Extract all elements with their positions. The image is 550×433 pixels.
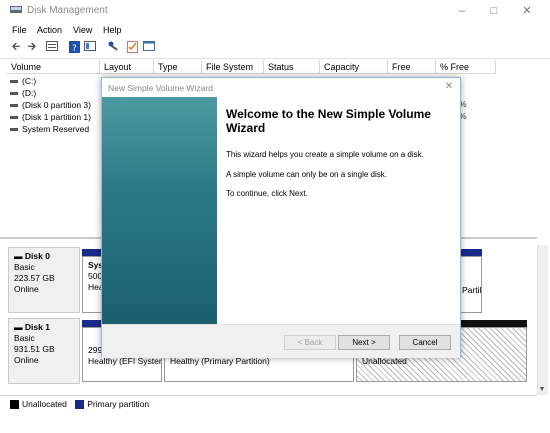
back-arrow-icon[interactable]: 🡰 — [9, 41, 23, 54]
wizard-text-1: This wizard helps you create a simple vo… — [226, 150, 424, 159]
window-title: Disk Management — [27, 5, 108, 16]
minimize-icon[interactable]: – — [447, 0, 477, 22]
disk-icon: ▬ — [14, 251, 23, 261]
wizard-heading: Welcome to the New Simple Volume Wizard — [226, 107, 431, 135]
window-icon[interactable] — [142, 41, 156, 54]
properties-icon[interactable] — [83, 41, 97, 54]
title-bar: Disk Management – □ ✕ — [0, 0, 550, 22]
next-button[interactable]: Next > — [338, 335, 390, 350]
col-layout[interactable]: Layout — [100, 60, 154, 74]
drive-icon — [10, 80, 18, 84]
col-file-system[interactable]: File System — [202, 60, 264, 74]
list-item[interactable]: (Disk 1 partition 1) — [10, 111, 91, 123]
toolbar: 🡰 🡲 ? — [0, 38, 550, 59]
list-item[interactable]: (C:) — [10, 75, 36, 87]
menu-action[interactable]: Action — [37, 25, 62, 35]
list-item[interactable]: (Disk 0 partition 3) — [10, 99, 91, 111]
col-volume[interactable]: Volume — [7, 60, 100, 74]
new-simple-volume-wizard: New Simple Volume Wizard ✕ Welcome to th… — [101, 77, 461, 358]
col-type[interactable]: Type — [154, 60, 202, 74]
disk-0-label[interactable]: ▬ Disk 0 Basic 223.57 GB Online — [8, 247, 80, 313]
disk-icon: ▬ — [14, 322, 23, 332]
drive-icon — [10, 128, 18, 132]
list-item[interactable]: System Reserved — [10, 123, 89, 135]
vertical-scrollbar[interactable] — [537, 245, 548, 395]
checklist-icon[interactable] — [125, 41, 139, 54]
partition-bar — [82, 249, 103, 256]
disk-management-icon — [10, 6, 22, 13]
help-icon[interactable]: ? — [67, 41, 81, 54]
menu-view[interactable]: View — [73, 25, 92, 35]
legend: Unallocated Primary partition — [0, 395, 537, 412]
forward-arrow-icon[interactable]: 🡲 — [25, 41, 39, 54]
menu-bar: File Action View Help — [0, 22, 550, 38]
menu-file[interactable]: File — [12, 25, 27, 35]
drive-icon — [10, 116, 18, 120]
col-status[interactable]: Status — [264, 60, 320, 74]
disk-1-label[interactable]: ▬ Disk 1 Basic 931.51 GB Online — [8, 318, 80, 384]
close-icon[interactable]: ✕ — [440, 79, 458, 95]
wizard-footer: < Back Next > Cancel — [102, 324, 460, 358]
cancel-button[interactable]: Cancel — [399, 335, 451, 350]
wizard-text-2: A simple volume can only be on a single … — [226, 170, 387, 179]
drive-icon — [10, 104, 18, 108]
maximize-icon[interactable]: □ — [479, 0, 509, 22]
list-item[interactable]: (D:) — [10, 87, 36, 99]
svg-text:?: ? — [72, 44, 77, 53]
key-icon[interactable] — [107, 41, 121, 54]
primary-swatch — [75, 400, 85, 410]
close-icon[interactable]: ✕ — [512, 0, 542, 22]
col-free-space[interactable]: Free Spa... — [388, 60, 436, 86]
wizard-side-banner — [102, 97, 217, 324]
disk-0-partition-1[interactable]: Sys 500 Hea — [82, 256, 103, 313]
disk-view-icon[interactable] — [45, 41, 59, 54]
wizard-text-3: To continue, click Next. — [226, 189, 308, 198]
drive-icon — [10, 92, 18, 96]
back-button[interactable]: < Back — [284, 335, 336, 350]
menu-help[interactable]: Help — [103, 25, 122, 35]
scroll-down-icon[interactable]: ▼ — [537, 386, 547, 393]
wizard-title: New Simple Volume Wizard — [108, 83, 213, 93]
col-percent-free[interactable]: % Free — [436, 60, 496, 74]
col-capacity[interactable]: Capacity — [320, 60, 388, 74]
unallocated-swatch — [10, 400, 19, 410]
